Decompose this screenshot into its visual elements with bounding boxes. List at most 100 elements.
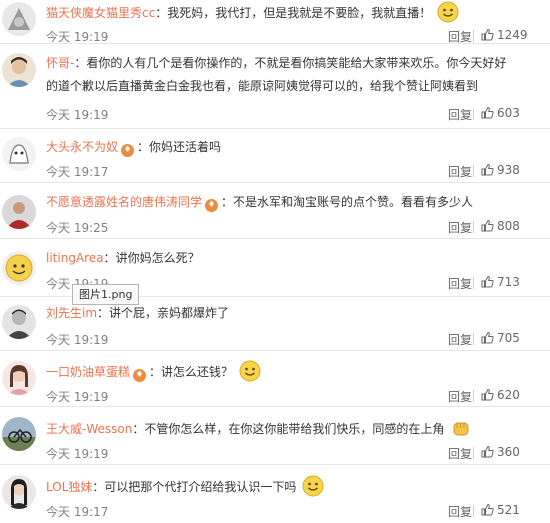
timestamp: 今天 19:19 bbox=[46, 333, 109, 347]
thumbs-up-icon bbox=[481, 503, 494, 516]
thumbs-up-icon bbox=[481, 275, 494, 288]
reply-button[interactable]: 回复 bbox=[448, 28, 472, 45]
divider bbox=[473, 333, 474, 345]
avatar[interactable] bbox=[2, 251, 36, 285]
like-button[interactable]: 521 bbox=[481, 503, 520, 517]
like-button[interactable]: 938 bbox=[481, 163, 520, 177]
like-count: 620 bbox=[497, 388, 520, 402]
vip-badge-icon: ♦ bbox=[205, 199, 219, 212]
avatar[interactable] bbox=[2, 195, 36, 229]
username-link[interactable]: 王大威-Wesson bbox=[46, 422, 132, 436]
reply-button[interactable]: 回复 bbox=[448, 106, 472, 123]
comment-text: 我死妈，我代打，但是我就是不要脸，我就直播！ bbox=[167, 6, 432, 20]
like-count: 938 bbox=[497, 163, 520, 177]
colon: ： bbox=[221, 195, 234, 209]
comment-text: 的道个歉以后直播黄金白金我也看，能原谅阿姨觉得可以的，给我个赞让阿姨看到 bbox=[46, 79, 479, 93]
like-button[interactable]: 360 bbox=[481, 445, 520, 459]
smile-emoji-icon bbox=[302, 475, 324, 497]
reply-button[interactable]: 回复 bbox=[448, 219, 472, 236]
vip-badge-icon: ♦ bbox=[133, 369, 147, 382]
comment-line: 不愿意透露姓名的唐伟涛同学 ♦ ：不是水军和淘宝账号的点个赞。看看有多少人 bbox=[46, 192, 546, 213]
like-button[interactable]: 603 bbox=[481, 106, 520, 120]
avatar[interactable] bbox=[2, 417, 36, 451]
comment-text: 讲个屁，亲妈都爆炸了 bbox=[109, 306, 230, 320]
timestamp: 今天 19:19 bbox=[46, 108, 109, 122]
like-button[interactable]: 705 bbox=[481, 331, 520, 345]
timestamp: 今天 19:17 bbox=[46, 505, 109, 519]
thumbs-up-icon bbox=[481, 28, 494, 41]
comment-item: 一口奶油草蛋糕 ♦ ：讲怎么还钱？ 今天 19:19 回复 620 bbox=[0, 351, 550, 407]
username-link[interactable]: 猫天侠魔女猫里秀cc bbox=[46, 6, 155, 20]
username-link[interactable]: 大头永不为奴 bbox=[46, 140, 118, 154]
comment-text: 讲你妈怎么死？ bbox=[115, 251, 200, 265]
reply-button[interactable]: 回复 bbox=[448, 331, 472, 348]
divider bbox=[473, 30, 474, 42]
thumbs-up-icon bbox=[481, 331, 494, 344]
timestamp: 今天 19:25 bbox=[46, 221, 109, 235]
timestamp: 今天 19:19 bbox=[46, 30, 109, 44]
comment-line-continued: 的道个歉以后直播黄金白金我也看，能原谅阿姨觉得可以的，给我个赞让阿姨看到 bbox=[46, 76, 546, 97]
avatar[interactable] bbox=[2, 475, 36, 509]
comment-item: 大头永不为奴 ♦ ：你妈还活着吗 今天 19:17 回复 938 bbox=[0, 129, 550, 183]
like-button[interactable]: 808 bbox=[481, 219, 520, 233]
comment-line: 一口奶油草蛋糕 ♦ ：讲怎么还钱？ bbox=[46, 360, 546, 383]
username-link[interactable]: 一口奶油草蛋糕 bbox=[46, 365, 130, 379]
comment-item: 不愿意透露姓名的唐伟涛同学 ♦ ：不是水军和淘宝账号的点个赞。看看有多少人 今天 1… bbox=[0, 183, 550, 239]
comment-item: 王大威-Wesson：不管你怎么样，在你这你能带给我们快乐，同感的在上角 今天 … bbox=[0, 407, 550, 465]
divider bbox=[473, 390, 474, 402]
like-count: 360 bbox=[497, 445, 520, 459]
like-button[interactable]: 620 bbox=[481, 388, 520, 402]
thumbs-up-icon bbox=[481, 445, 494, 458]
username-link[interactable]: litingArea bbox=[46, 251, 104, 265]
divider bbox=[473, 108, 474, 120]
comment-text: 看你的人有几个是看你操作的，不就是看你搞笑能给大家带来欢乐。你今天好好 bbox=[86, 56, 507, 70]
divider bbox=[473, 505, 474, 517]
comment-text: 不管你怎么样，在你这你能带给我们快乐，同感的在上角 bbox=[144, 422, 445, 436]
comment-text: 不是水军和淘宝账号的点个赞。看看有多少人 bbox=[233, 195, 474, 209]
fist-emoji-icon bbox=[453, 422, 469, 436]
colon: ： bbox=[149, 365, 162, 379]
thumbs-up-icon bbox=[481, 388, 494, 401]
reply-button[interactable]: 回复 bbox=[448, 388, 472, 405]
username-link[interactable]: 怀哥- bbox=[46, 56, 74, 70]
username-link[interactable]: 刘先生im bbox=[46, 306, 97, 320]
avatar[interactable] bbox=[2, 2, 36, 36]
comment-item: LOL独妹：可以把那个代打介绍给我认识一下吗 今天 19:17 回复 521 bbox=[0, 465, 550, 523]
avatar[interactable] bbox=[2, 361, 36, 395]
reply-button[interactable]: 回复 bbox=[448, 503, 472, 520]
comment-line: 王大威-Wesson：不管你怎么样，在你这你能带给我们快乐，同感的在上角 bbox=[46, 417, 546, 440]
colon: ： bbox=[74, 56, 87, 70]
divider bbox=[473, 277, 474, 289]
smile-emoji-icon bbox=[239, 360, 261, 382]
colon: ： bbox=[92, 480, 105, 494]
avatar[interactable] bbox=[2, 305, 36, 339]
colon: ： bbox=[132, 422, 145, 436]
thumbs-up-icon bbox=[481, 219, 494, 232]
avatar[interactable] bbox=[2, 53, 36, 87]
thumbs-up-icon bbox=[481, 106, 494, 119]
avatar[interactable] bbox=[2, 137, 36, 171]
reply-button[interactable]: 回复 bbox=[448, 163, 472, 180]
username-link[interactable]: 不愿意透露姓名的唐伟涛同学 bbox=[46, 195, 202, 209]
comment-line: 大头永不为奴 ♦ ：你妈还活着吗 bbox=[46, 137, 546, 158]
reply-button[interactable]: 回复 bbox=[448, 445, 472, 462]
thumbs-up-icon bbox=[481, 163, 494, 176]
like-count: 603 bbox=[497, 106, 520, 120]
like-button[interactable]: 713 bbox=[481, 275, 520, 289]
reply-button[interactable]: 回复 bbox=[448, 275, 472, 292]
like-count: 1249 bbox=[497, 28, 528, 42]
comment-line: 猫天侠魔女猫里秀cc：我死妈，我代打，但是我就是不要脸，我就直播！ bbox=[46, 1, 546, 24]
colon: ： bbox=[155, 6, 168, 20]
comment-line: LOL独妹：可以把那个代打介绍给我认识一下吗 bbox=[46, 475, 546, 498]
divider bbox=[473, 165, 474, 177]
username-link[interactable]: LOL独妹 bbox=[46, 480, 92, 494]
divider bbox=[473, 447, 474, 459]
colon: ： bbox=[137, 140, 150, 154]
comment-text: 讲怎么还钱？ bbox=[161, 365, 234, 379]
like-button[interactable]: 1249 bbox=[481, 28, 528, 42]
smile-emoji-icon bbox=[437, 1, 459, 23]
comment-line: litingArea：讲你妈怎么死？ bbox=[46, 248, 546, 269]
colon: ： bbox=[97, 306, 110, 320]
timestamp: 今天 19:19 bbox=[46, 447, 109, 461]
vip-badge-icon: ♦ bbox=[121, 144, 135, 157]
